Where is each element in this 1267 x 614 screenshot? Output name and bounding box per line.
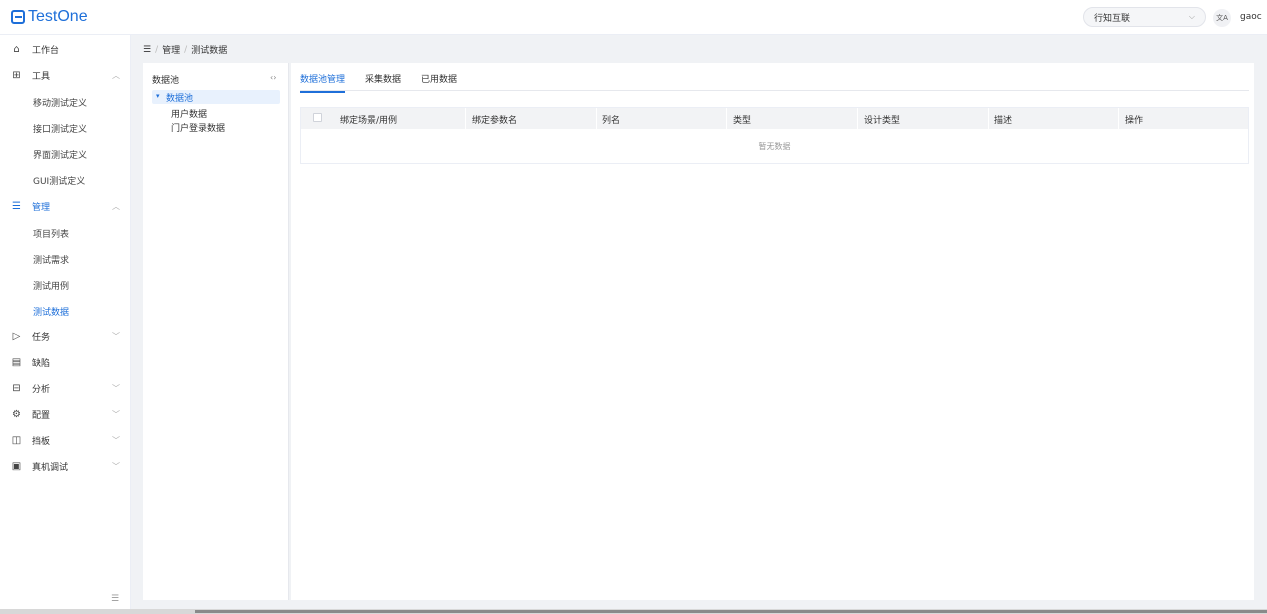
table-header: 绑定场景/用例 绑定参数名 列名 类型 设计类型 描述 操作 — [301, 108, 1248, 129]
data-table: 绑定场景/用例 绑定参数名 列名 类型 设计类型 描述 操作 暂无数据 — [300, 107, 1249, 164]
chevron-up-icon: ︿ — [112, 201, 120, 211]
tabs-divider — [300, 90, 1249, 91]
empty-state-text: 暂无数据 — [758, 142, 791, 151]
sidebar-subitem-label: 接口测试定义 — [33, 125, 88, 135]
column-header-design-type: 设计类型 — [864, 116, 901, 126]
column-separator — [726, 108, 727, 129]
tree-title: 数据池 — [152, 76, 180, 86]
sidebar-subitem-label: 测试需求 — [33, 256, 70, 266]
sidebar-subitem-label: 测试数据 — [33, 308, 70, 318]
sidebar-item-manage[interactable]: ☰ 管理 ︿ — [0, 196, 131, 216]
tree-node-portal-login-data[interactable]: 门户登录数据 — [171, 121, 225, 134]
scrollbar-thumb[interactable] — [195, 610, 1267, 613]
column-separator — [596, 108, 597, 129]
top-bar: TestOne 行知互联 ⌵ 文A gaoc — [0, 0, 1267, 35]
sidebar-subitem-label: GUI测试定义 — [33, 177, 86, 187]
sidebar-item-mock[interactable]: ◫ 挡板 ﹀ — [0, 430, 131, 450]
column-header-description: 描述 — [994, 116, 1013, 126]
sidebar-subitem-label: 项目列表 — [33, 230, 70, 240]
tree-node-label: 数据池 — [166, 94, 194, 104]
main-panel: 数据池管理 采集数据 已用数据 绑定场景/用例 绑定参数名 列名 类型 设计类型… — [291, 63, 1254, 600]
panel-icon: ◫ — [11, 434, 22, 446]
sidebar-subitem-test-cases[interactable]: 测试用例 — [0, 274, 131, 294]
caret-down-icon[interactable]: ▾ — [156, 92, 160, 100]
data-pool-tree-panel: 数据池 ‹› ▾ 数据池 用户数据 门户登录数据 — [143, 63, 289, 600]
sidebar-item-label: 挡板 — [32, 436, 51, 447]
sidebar-item-tools[interactable]: ⊞ 工具 ︿ — [0, 65, 131, 85]
sidebar-subitem-label: 界面测试定义 — [33, 151, 88, 161]
chevron-down-icon: ﹀ — [112, 461, 120, 471]
sidebar-item-analysis[interactable]: ⊟ 分析 ﹀ — [0, 378, 131, 398]
sidebar-item-device-debug[interactable]: ▣ 真机调试 ﹀ — [0, 456, 131, 476]
breadcrumb: ☰ / 管理 / 测试数据 — [143, 43, 228, 57]
horizontal-scrollbar[interactable] — [0, 609, 1267, 614]
app-logo-text: TestOne — [28, 8, 88, 25]
sidebar-subitem-test-data[interactable]: 测试数据 — [0, 300, 131, 320]
code-toggle-icon[interactable]: ‹› — [270, 73, 276, 82]
sidebar-item-label: 配置 — [32, 410, 51, 421]
org-select[interactable]: 行知互联 ⌵ — [1083, 7, 1206, 27]
breadcrumb-separator: / — [155, 44, 159, 55]
list-icon: ☰ — [12, 200, 21, 212]
select-all-checkbox[interactable] — [313, 113, 322, 122]
calendar-icon: ⊟ — [12, 382, 21, 394]
language-button[interactable]: 文A — [1213, 9, 1231, 27]
sidebar-item-label: 任务 — [32, 332, 51, 343]
sidebar-subitem-gui-test[interactable]: GUI测试定义 — [0, 169, 131, 189]
sidebar-subitem-label: 移动测试定义 — [33, 99, 88, 109]
user-name[interactable]: gaoc — [1240, 12, 1262, 22]
collapse-sidebar-icon[interactable]: ☰ — [111, 594, 119, 604]
document-icon: ▤ — [11, 356, 22, 368]
sidebar-item-label: 工作台 — [32, 45, 60, 56]
sidebar-item-label: 分析 — [32, 384, 51, 395]
sidebar-item-label: 工具 — [32, 71, 51, 82]
sidebar-subitem-mobile-test[interactable]: 移动测试定义 — [0, 91, 131, 111]
sidebar: ⌂ 工作台 ⊞ 工具 ︿ 移动测试定义 接口测试定义 界面测试定义 GUI测试定… — [0, 35, 131, 614]
sidebar-item-defects[interactable]: ▤ 缺陷 — [0, 352, 131, 372]
chevron-down-icon: ﹀ — [112, 331, 120, 341]
chevron-down-icon: ⌵ — [1188, 12, 1195, 21]
home-icon: ⌂ — [13, 43, 20, 55]
breadcrumb-separator: / — [184, 44, 188, 55]
sidebar-item-label: 管理 — [32, 202, 51, 213]
sidebar-subitem-label: 测试用例 — [33, 282, 70, 292]
send-icon: ▷ — [12, 330, 21, 342]
sidebar-subitem-ui-test[interactable]: 界面测试定义 — [0, 143, 131, 163]
breadcrumb-item-test-data: 测试数据 — [191, 46, 228, 56]
tree-node-user-data[interactable]: 用户数据 — [171, 107, 207, 120]
menu-toggle-icon[interactable]: ☰ — [143, 45, 151, 55]
chevron-down-icon: ﹀ — [112, 383, 120, 393]
tree-node-root[interactable]: ▾ 数据池 — [152, 90, 280, 104]
chevron-up-icon: ︿ — [112, 70, 120, 80]
sidebar-subitem-project-list[interactable]: 项目列表 — [0, 222, 131, 242]
column-separator — [988, 108, 989, 129]
sidebar-subitem-test-requirements[interactable]: 测试需求 — [0, 248, 131, 268]
column-separator — [465, 108, 466, 129]
chevron-down-icon: ﹀ — [112, 409, 120, 419]
column-separator — [857, 108, 858, 129]
sidebar-item-label: 缺陷 — [32, 358, 51, 369]
org-select-value: 行知互联 — [1094, 13, 1131, 24]
column-header-actions: 操作 — [1125, 116, 1144, 126]
app-logo[interactable]: TestOne — [11, 8, 88, 26]
breadcrumb-item-manage[interactable]: 管理 — [162, 43, 180, 56]
logo-icon — [11, 10, 25, 24]
sidebar-item-workbench[interactable]: ⌂ 工作台 — [0, 39, 131, 59]
gear-icon: ⚙ — [12, 408, 21, 420]
sidebar-item-tasks[interactable]: ▷ 任务 ﹀ — [0, 326, 131, 346]
grid-icon: ⊞ — [12, 69, 21, 81]
column-header-type: 类型 — [733, 116, 752, 126]
column-separator — [1118, 108, 1119, 129]
device-icon: ▣ — [11, 460, 22, 472]
sidebar-subitem-api-test[interactable]: 接口测试定义 — [0, 117, 131, 137]
chevron-down-icon: ﹀ — [112, 435, 120, 445]
column-header-param-name: 绑定参数名 — [472, 116, 518, 126]
column-header-column-name: 列名 — [602, 116, 621, 126]
sidebar-item-label: 真机调试 — [32, 462, 69, 473]
sidebar-item-config[interactable]: ⚙ 配置 ﹀ — [0, 404, 131, 424]
column-header-bound-case: 绑定场景/用例 — [340, 116, 398, 126]
